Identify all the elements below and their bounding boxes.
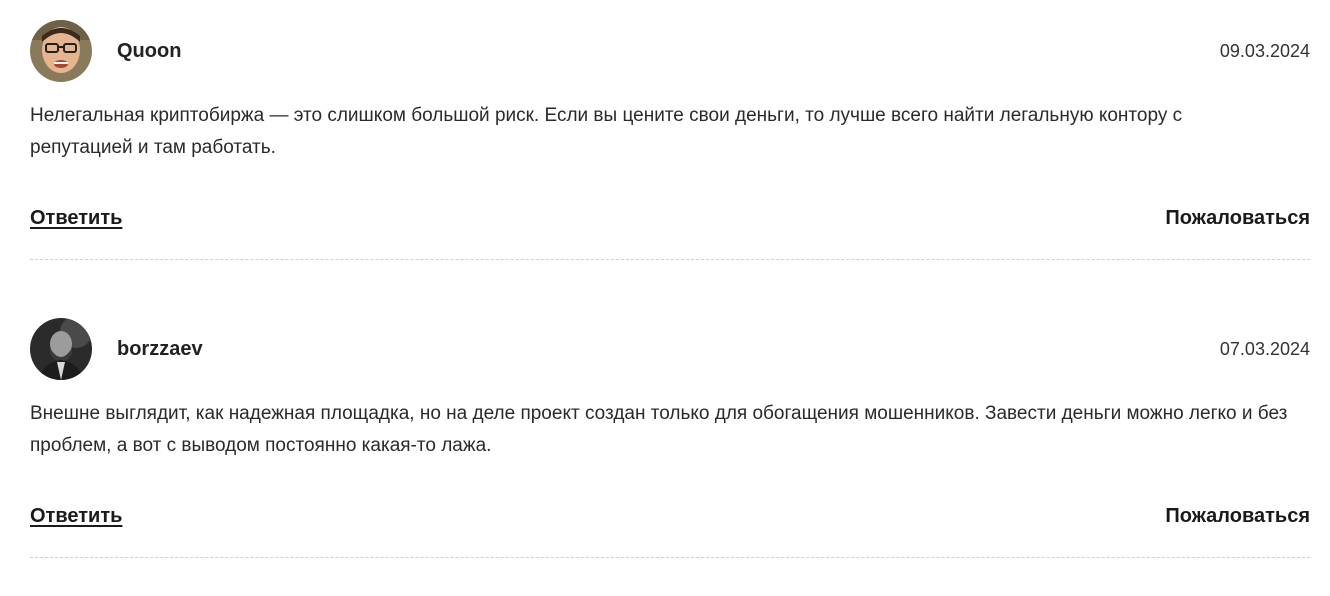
comment: Quoon 09.03.2024 Нелегальная криптобиржа… [30, 0, 1310, 298]
reply-link[interactable]: Ответить [30, 207, 122, 230]
comment-divider [30, 259, 1310, 260]
comments-list: Quoon 09.03.2024 Нелегальная криптобиржа… [30, 0, 1310, 596]
comment: borzzaev 07.03.2024 Внешне выглядит, как… [30, 298, 1310, 596]
comment-date: 09.03.2024 [1219, 41, 1310, 61]
comment-actions: Ответить Пожаловаться [30, 207, 1310, 233]
comment-text: Нелегальная криптобиржа — это слишком бо… [30, 105, 1183, 158]
avatar[interactable] [30, 318, 92, 380]
comment-text: Внешне выглядит, как надежная площадка, … [30, 403, 1288, 456]
comment-divider [30, 557, 1310, 558]
comment-date: 07.03.2024 [1219, 339, 1310, 359]
report-link[interactable]: Пожаловаться [1165, 207, 1310, 230]
comment-header: Quoon 09.03.2024 [30, 20, 1310, 82]
avatar[interactable] [30, 20, 92, 82]
author-name: Quoon [117, 40, 182, 62]
comment-actions: Ответить Пожаловаться [30, 505, 1310, 531]
reply-link[interactable]: Ответить [30, 505, 122, 528]
report-link[interactable]: Пожаловаться [1165, 505, 1310, 528]
comment-header: borzzaev 07.03.2024 [30, 318, 1310, 380]
author-name: borzzaev [117, 338, 203, 360]
